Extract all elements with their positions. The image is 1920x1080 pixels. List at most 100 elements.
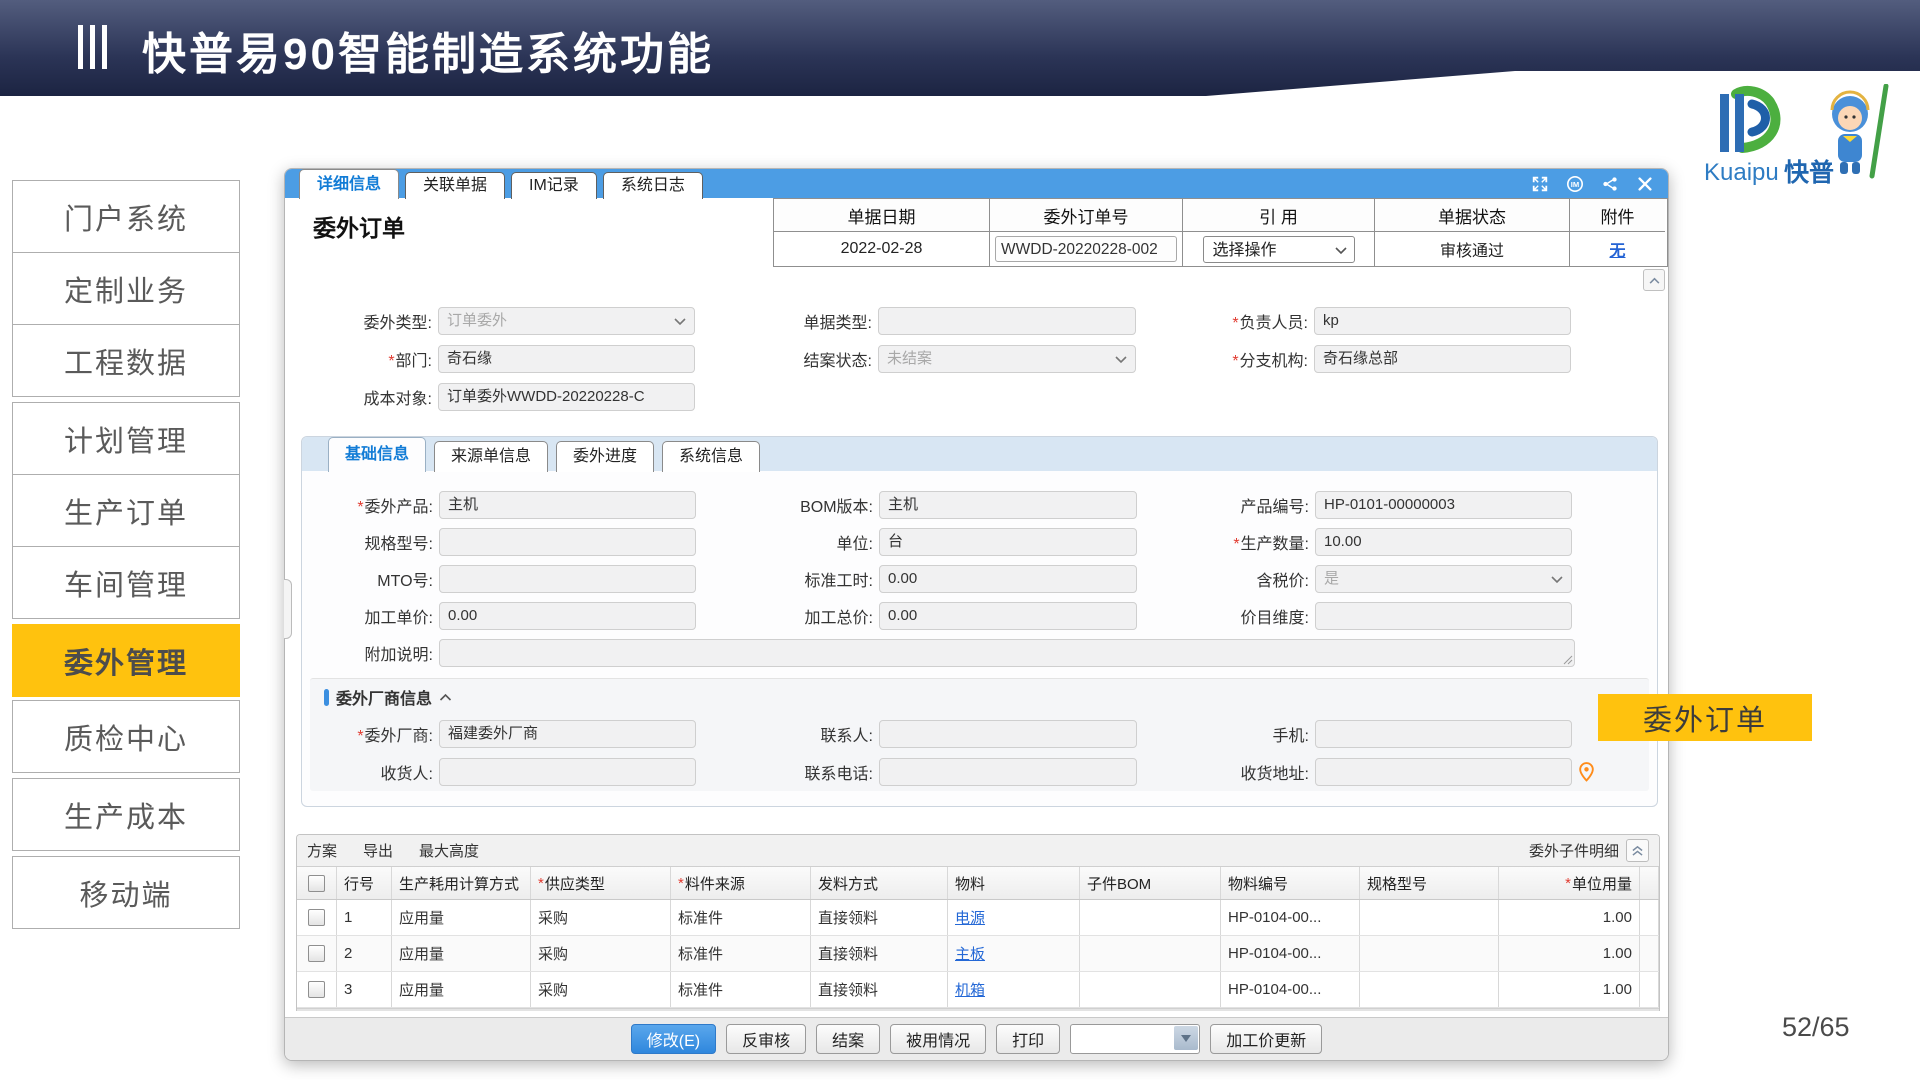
standard-hours-input[interactable]: 0.00 — [879, 565, 1137, 593]
product-code-input[interactable]: HP-0101-00000003 — [1315, 491, 1572, 519]
field-additional-note: 附加说明: — [304, 639, 1575, 667]
cell-consumption-calc: 应用量 — [392, 936, 531, 971]
tab-system-info[interactable]: 系统信息 — [662, 441, 760, 472]
menu-scheme[interactable]: 方案 — [307, 840, 337, 861]
table-row[interactable]: 2 应用量 采购 标准件 直接领料 主板 HP-0104-00... 1.00 — [297, 936, 1659, 972]
collapse-header-button[interactable] — [1643, 269, 1665, 291]
chevron-up-icon — [1649, 277, 1660, 284]
field-label: 单据类型: — [804, 315, 872, 332]
col-row-no: 行号 — [337, 867, 392, 899]
cell-material-code: HP-0104-00... — [1221, 972, 1360, 1007]
dropdown-arrow-icon[interactable] — [1174, 1026, 1198, 1050]
sidebar-item-quality-center[interactable]: 质检中心 — [12, 700, 240, 773]
branch-input[interactable]: 奇石缘总部 — [1314, 345, 1571, 373]
subitem-detail-grid: 方案 导出 最大高度 委外子件明细 行号 生产耗用计算方式 *供应类型 *料件来… — [296, 834, 1660, 1011]
tab-outsource-progress[interactable]: 委外进度 — [556, 441, 654, 472]
field-outsource-vendor: *委外厂商: 福建委外厂商 — [304, 720, 696, 748]
process-unit-price-input[interactable]: 0.00 — [439, 602, 696, 630]
tab-system-log[interactable]: 系统日志 — [603, 172, 703, 199]
tab-detail-info[interactable]: 详细信息 — [299, 169, 399, 199]
sidebar-item-mobile[interactable]: 移动端 — [12, 856, 240, 929]
cell-consumption-calc: 应用量 — [392, 972, 531, 1007]
fullscreen-icon[interactable] — [1531, 175, 1549, 193]
horizontal-scrollbar[interactable] — [297, 1008, 1659, 1011]
sidebar-item-portal[interactable]: 门户系统 — [12, 180, 240, 253]
production-qty-input[interactable]: 10.00 — [1315, 528, 1572, 556]
unapprove-button[interactable]: 反审核 — [726, 1024, 806, 1054]
tax-included-select[interactable]: 是 — [1315, 565, 1572, 593]
modify-button[interactable]: 修改(E) — [631, 1024, 716, 1054]
outsource-product-input[interactable]: 主机 — [439, 491, 696, 519]
field-label: 成本对象: — [364, 391, 432, 408]
section-marker-icon — [324, 689, 329, 706]
col-sub-bom: 子件BOM — [1080, 867, 1221, 899]
required-marker: * — [1232, 353, 1238, 370]
print-template-dropdown[interactable] — [1070, 1024, 1200, 1054]
department-input[interactable]: 奇石缘 — [438, 345, 695, 373]
bom-version-input[interactable]: 主机 — [879, 491, 1137, 519]
sidebar-item-workshop-management[interactable]: 车间管理 — [12, 546, 240, 619]
delivery-address-input[interactable] — [1315, 758, 1572, 786]
close-status-select[interactable]: 未结案 — [878, 345, 1136, 373]
outsource-vendor-input[interactable]: 福建委外厂商 — [439, 720, 696, 748]
sidebar-item-outsourcing-management[interactable]: 委外管理 — [12, 624, 240, 697]
close-case-button[interactable]: 结案 — [816, 1024, 880, 1054]
usage-status-button[interactable]: 被用情况 — [890, 1024, 986, 1054]
col-issue-method: 发料方式 — [811, 867, 948, 899]
field-delivery-address: 收货地址: — [1162, 758, 1572, 786]
receiver-input[interactable] — [439, 758, 696, 786]
location-pin-icon[interactable] — [1578, 762, 1595, 782]
vendor-section-header[interactable]: 委外厂商信息 — [324, 685, 452, 709]
field-process-total-price: 加工总价: 0.00 — [732, 602, 1137, 630]
field-production-qty: *生产数量: 10.00 — [1162, 528, 1572, 556]
mto-no-input[interactable] — [439, 565, 696, 593]
responsible-person-input[interactable]: kp — [1314, 307, 1571, 335]
sidebar-item-production-cost[interactable]: 生产成本 — [12, 778, 240, 851]
row-checkbox[interactable] — [308, 981, 325, 998]
table-row[interactable]: 3 应用量 采购 标准件 直接领料 机箱 HP-0104-00... 1.00 — [297, 972, 1659, 1008]
process-price-update-button[interactable]: 加工价更新 — [1210, 1024, 1322, 1054]
tab-basic-info[interactable]: 基础信息 — [328, 437, 426, 472]
row-checkbox[interactable] — [308, 945, 325, 962]
material-link[interactable]: 主板 — [955, 943, 985, 964]
quote-action-select[interactable]: 选择操作 — [1203, 236, 1355, 263]
col-clipped — [1640, 867, 1659, 899]
row-checkbox[interactable] — [308, 909, 325, 926]
slide: 快普易90智能制造系统功能 Kuaipu 快普 — [0, 0, 1920, 1080]
process-total-price-input[interactable]: 0.00 — [879, 602, 1137, 630]
collapse-grid-button[interactable] — [1626, 839, 1649, 862]
table-row[interactable]: 1 应用量 采购 标准件 直接领料 电源 HP-0104-00... 1.00 — [297, 900, 1659, 936]
sidebar-item-engineering-data[interactable]: 工程数据 — [12, 324, 240, 397]
select-all-checkbox[interactable] — [308, 875, 325, 892]
price-dimension-input[interactable] — [1315, 602, 1572, 630]
doc-type-input[interactable] — [878, 307, 1136, 335]
print-button[interactable]: 打印 — [996, 1024, 1060, 1054]
menu-max-height[interactable]: 最大高度 — [419, 840, 479, 861]
close-icon[interactable] — [1636, 175, 1654, 193]
cost-object-input[interactable]: 订单委外WWDD-20220228-C — [438, 383, 695, 411]
tab-im-record[interactable]: IM记录 — [511, 172, 597, 199]
share-icon[interactable] — [1601, 175, 1619, 193]
tab-source-doc-info[interactable]: 来源单信息 — [434, 441, 548, 472]
col-material: 物料 — [948, 867, 1080, 899]
im-icon[interactable]: IM — [1566, 175, 1584, 193]
unit-input[interactable]: 台 — [879, 528, 1137, 556]
field-label: BOM版本: — [800, 499, 873, 516]
contact-person-input[interactable] — [879, 720, 1137, 748]
material-link[interactable]: 电源 — [955, 907, 985, 928]
order-no-input[interactable]: WWDD-20220228-002 — [995, 236, 1177, 262]
mobile-input[interactable] — [1315, 720, 1572, 748]
sidebar-item-production-order[interactable]: 生产订单 — [12, 474, 240, 547]
menu-export[interactable]: 导出 — [363, 840, 393, 861]
sidebar-item-custom-business[interactable]: 定制业务 — [12, 252, 240, 325]
resize-handle-icon[interactable] — [1563, 655, 1573, 665]
sidebar-item-plan-management[interactable]: 计划管理 — [12, 402, 240, 475]
tab-related-documents[interactable]: 关联单据 — [405, 172, 505, 199]
dialog-edge-handle[interactable] — [284, 579, 292, 639]
outsource-type-select[interactable]: 订单委外 — [438, 307, 695, 335]
material-link[interactable]: 机箱 — [955, 979, 985, 1000]
contact-phone-input[interactable] — [879, 758, 1137, 786]
attachment-link[interactable]: 无 — [1609, 237, 1625, 261]
spec-model-input[interactable] — [439, 528, 696, 556]
additional-note-textarea[interactable] — [439, 639, 1575, 667]
